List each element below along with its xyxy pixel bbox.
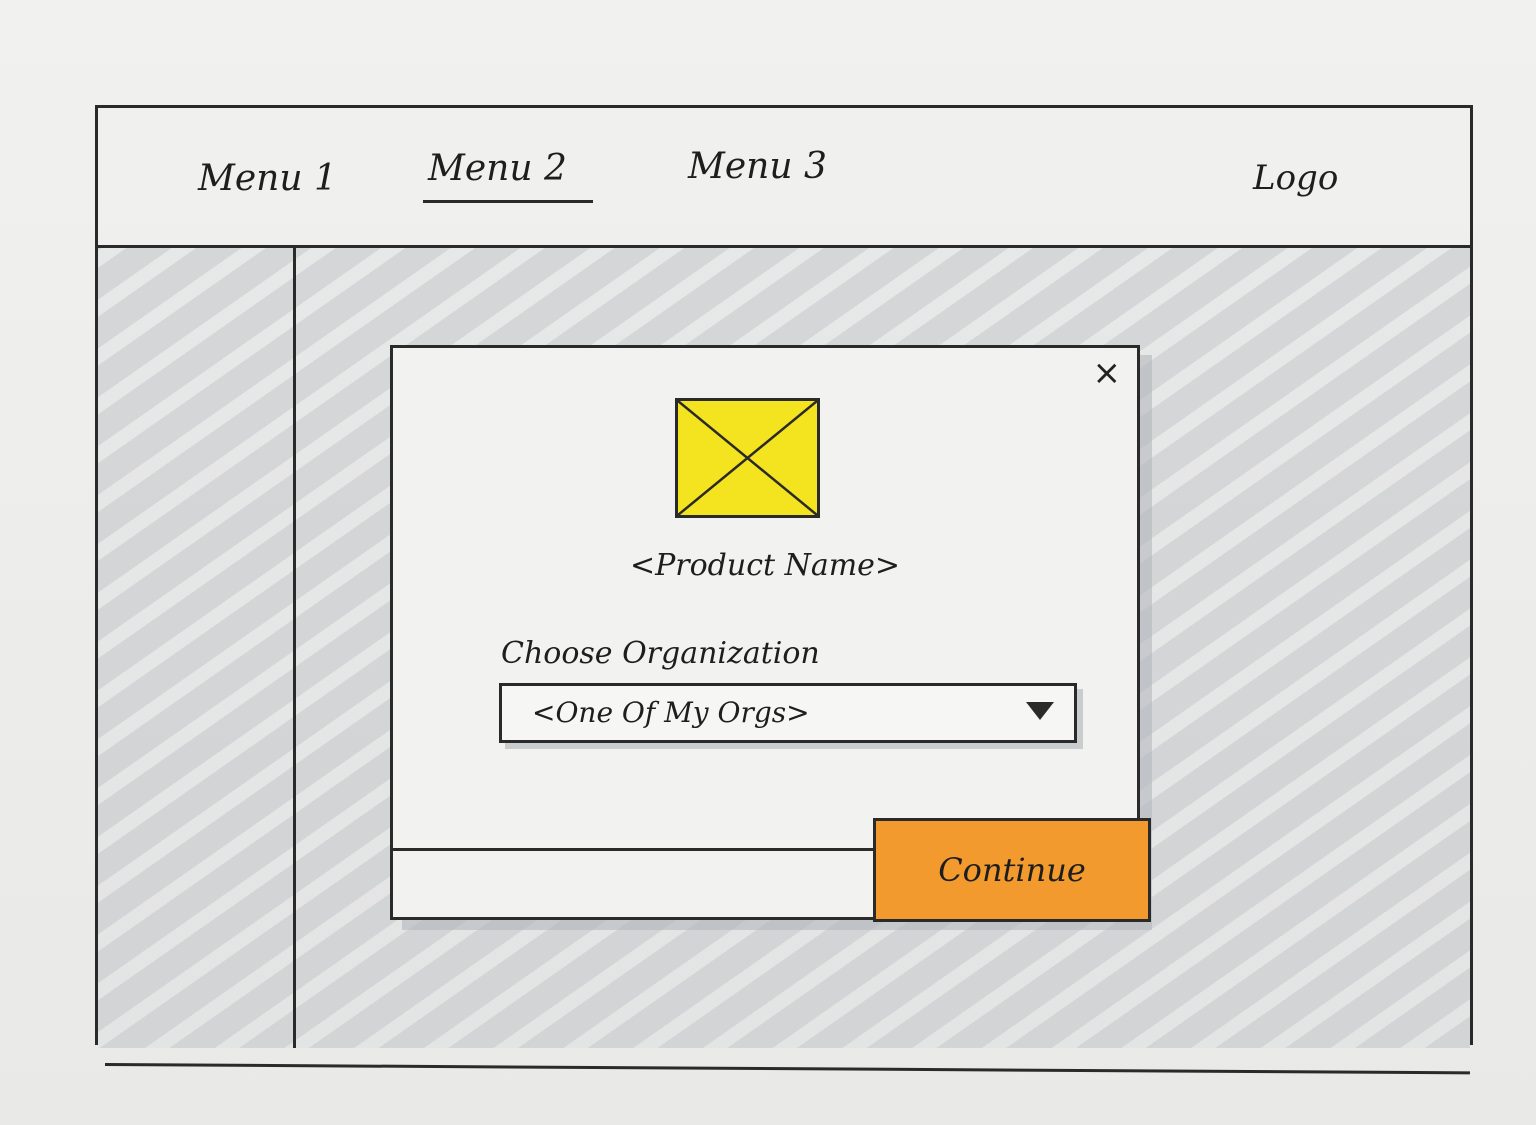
active-menu-indicator [423,200,593,203]
image-placeholder-icon [675,398,820,518]
sidebar [98,248,296,1048]
organization-select-value: <One Of My Orgs> [532,696,810,729]
top-navigation: Menu 1 Menu 2 Menu 3 Logo [98,108,1470,248]
logo: Logo [1253,158,1339,198]
organization-select[interactable]: <One Of My Orgs> [499,683,1077,743]
menu-item-2[interactable]: Menu 2 [428,148,567,189]
choose-organization-label: Choose Organization [501,636,820,671]
menu-item-1[interactable]: Menu 1 [198,158,337,199]
product-modal: × <Product Name> Choose Organization <On… [390,345,1151,922]
menu-item-3[interactable]: Menu 3 [688,146,827,187]
product-name: <Product Name> [629,548,901,583]
close-icon[interactable]: × [1093,356,1122,390]
continue-button[interactable]: Continue [873,818,1151,922]
dropdown-arrow-icon [1026,702,1054,720]
